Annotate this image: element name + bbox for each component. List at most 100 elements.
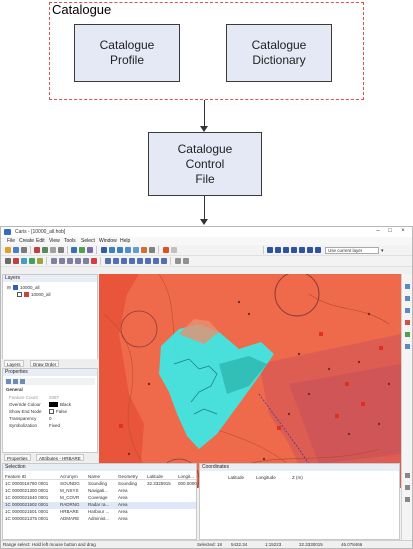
topology-icon[interactable] (121, 258, 127, 264)
dock-icon[interactable] (405, 485, 410, 490)
column-header[interactable]: Latitude (228, 475, 244, 480)
report-icon[interactable] (153, 258, 159, 264)
zoom-in-icon[interactable] (109, 247, 115, 253)
column-header[interactable]: Longit... (178, 474, 194, 479)
menu-tools[interactable]: Tools (64, 238, 76, 244)
column-header[interactable]: Latitude (147, 474, 163, 479)
pin-icon[interactable] (13, 258, 19, 264)
select-arrow-icon[interactable] (267, 247, 273, 253)
property-value[interactable]: 0 (49, 416, 52, 421)
select-area-icon[interactable] (275, 247, 281, 253)
query-icon[interactable] (137, 258, 143, 264)
property-value[interactable]: False (56, 409, 67, 414)
dropdown-icon[interactable] (171, 247, 177, 253)
help-icon[interactable] (183, 258, 189, 264)
close-icon[interactable]: × (398, 228, 408, 236)
copy-icon[interactable] (42, 247, 48, 253)
alphabetical-icon[interactable] (13, 379, 18, 384)
map-view[interactable] (99, 274, 401, 488)
tab-properties[interactable]: Properties (4, 454, 31, 461)
select-remove-icon[interactable] (315, 247, 321, 253)
dock-icon[interactable] (405, 296, 410, 301)
attribute-icon[interactable] (129, 258, 135, 264)
minimize-icon[interactable]: – (373, 228, 383, 236)
menu-select[interactable]: Select (81, 238, 95, 244)
pan-icon[interactable] (133, 247, 139, 253)
property-checkbox[interactable] (49, 409, 54, 414)
tab-draw-order[interactable]: Draw Order (30, 360, 60, 367)
dock-icon[interactable] (405, 332, 410, 337)
flag-icon[interactable] (163, 247, 169, 253)
rotate-icon[interactable] (149, 247, 155, 253)
open-icon[interactable] (5, 247, 11, 253)
select-add-icon[interactable] (307, 247, 313, 253)
grid-icon[interactable] (113, 258, 119, 264)
dock-icon[interactable] (405, 473, 410, 478)
menu-create[interactable]: Create (19, 238, 34, 244)
filter-icon[interactable] (87, 247, 93, 253)
merge-icon[interactable] (67, 258, 73, 264)
paste-icon[interactable] (50, 247, 56, 253)
table-row[interactable]: 1C 0000021501 0001 HRBARE Harbour ... Ar… (3, 509, 196, 516)
select-point-icon[interactable] (291, 247, 297, 253)
layer-checkbox[interactable] (17, 292, 22, 297)
move-icon[interactable] (75, 258, 81, 264)
table-row[interactable]: 1C 0000021502 0001 RADRNG Radar ra... Ar… (3, 502, 196, 509)
cut-icon[interactable] (34, 247, 40, 253)
dock-icon[interactable] (405, 497, 410, 502)
pointer-icon[interactable] (5, 258, 11, 264)
layer-item[interactable]: 10000_all (20, 285, 40, 290)
menu-window[interactable]: Window (99, 238, 117, 244)
column-header[interactable]: Name (88, 474, 100, 479)
column-header[interactable]: Acronym (60, 474, 78, 479)
color-swatch[interactable] (49, 402, 58, 407)
layers-icon[interactable] (71, 247, 77, 253)
table-row[interactable]: 1C 0000016780 0001 SOUNDG Sounding Sound… (3, 481, 197, 488)
table-row[interactable]: 1C 0000021375 0001 ADMARE Administ... Ar… (3, 516, 196, 523)
layer-combo[interactable]: Use current layer (325, 247, 379, 254)
menu-edit[interactable]: Edit (36, 238, 45, 244)
measure-icon[interactable] (141, 247, 147, 253)
copy-feature-icon[interactable] (83, 258, 89, 264)
refresh-icon[interactable] (79, 247, 85, 253)
property-value[interactable]: Black (60, 402, 71, 407)
menu-view[interactable]: View (49, 238, 60, 244)
tab-attributes[interactable]: Attributes - HRBARE (36, 454, 84, 461)
table-row[interactable]: 1C 0000021300 0001 M_NSYS Navigati... Ar… (3, 488, 196, 495)
globe-icon[interactable] (101, 247, 107, 253)
maximize-icon[interactable]: □ (385, 228, 395, 236)
undo-icon[interactable] (58, 247, 64, 253)
line-tool-icon[interactable] (21, 258, 27, 264)
dock-icon[interactable] (405, 344, 410, 349)
table-row[interactable]: 1C 0000021640 0001 M_COVR Coverage Area (3, 495, 196, 502)
zoom-extent-icon[interactable] (125, 247, 131, 253)
column-header[interactable]: Geometry (118, 474, 138, 479)
delete-icon[interactable] (91, 258, 97, 264)
tree-expand-icon[interactable]: ⊟ (7, 285, 11, 291)
select-line-icon[interactable] (283, 247, 289, 253)
dock-icon[interactable] (405, 308, 410, 313)
text-tool-icon[interactable] (37, 258, 43, 264)
dock-icon[interactable] (405, 320, 410, 325)
snap-icon[interactable] (105, 258, 111, 264)
column-header[interactable]: Longitude (256, 475, 276, 480)
split-icon[interactable] (59, 258, 65, 264)
zoom-out-icon[interactable] (117, 247, 123, 253)
categorized-icon[interactable] (6, 379, 11, 384)
property-value[interactable]: Fixed (49, 423, 60, 428)
select-lasso-icon[interactable] (299, 247, 305, 253)
area-tool-icon[interactable] (29, 258, 35, 264)
export-icon[interactable] (161, 258, 167, 264)
menu-help[interactable]: Help (120, 238, 130, 244)
column-header[interactable]: Z (m) (292, 475, 303, 480)
validate-icon[interactable] (145, 258, 151, 264)
dock-icon[interactable] (405, 284, 410, 289)
save-icon[interactable] (13, 247, 19, 253)
property-pages-icon[interactable] (20, 379, 25, 384)
menu-file[interactable]: File (7, 238, 15, 244)
column-header[interactable]: Feature ID (5, 474, 26, 479)
tab-layers[interactable]: Layers (4, 360, 24, 367)
print-icon[interactable] (21, 247, 27, 253)
chevron-down-icon[interactable]: ▾ (381, 248, 384, 254)
settings-icon[interactable] (175, 258, 181, 264)
